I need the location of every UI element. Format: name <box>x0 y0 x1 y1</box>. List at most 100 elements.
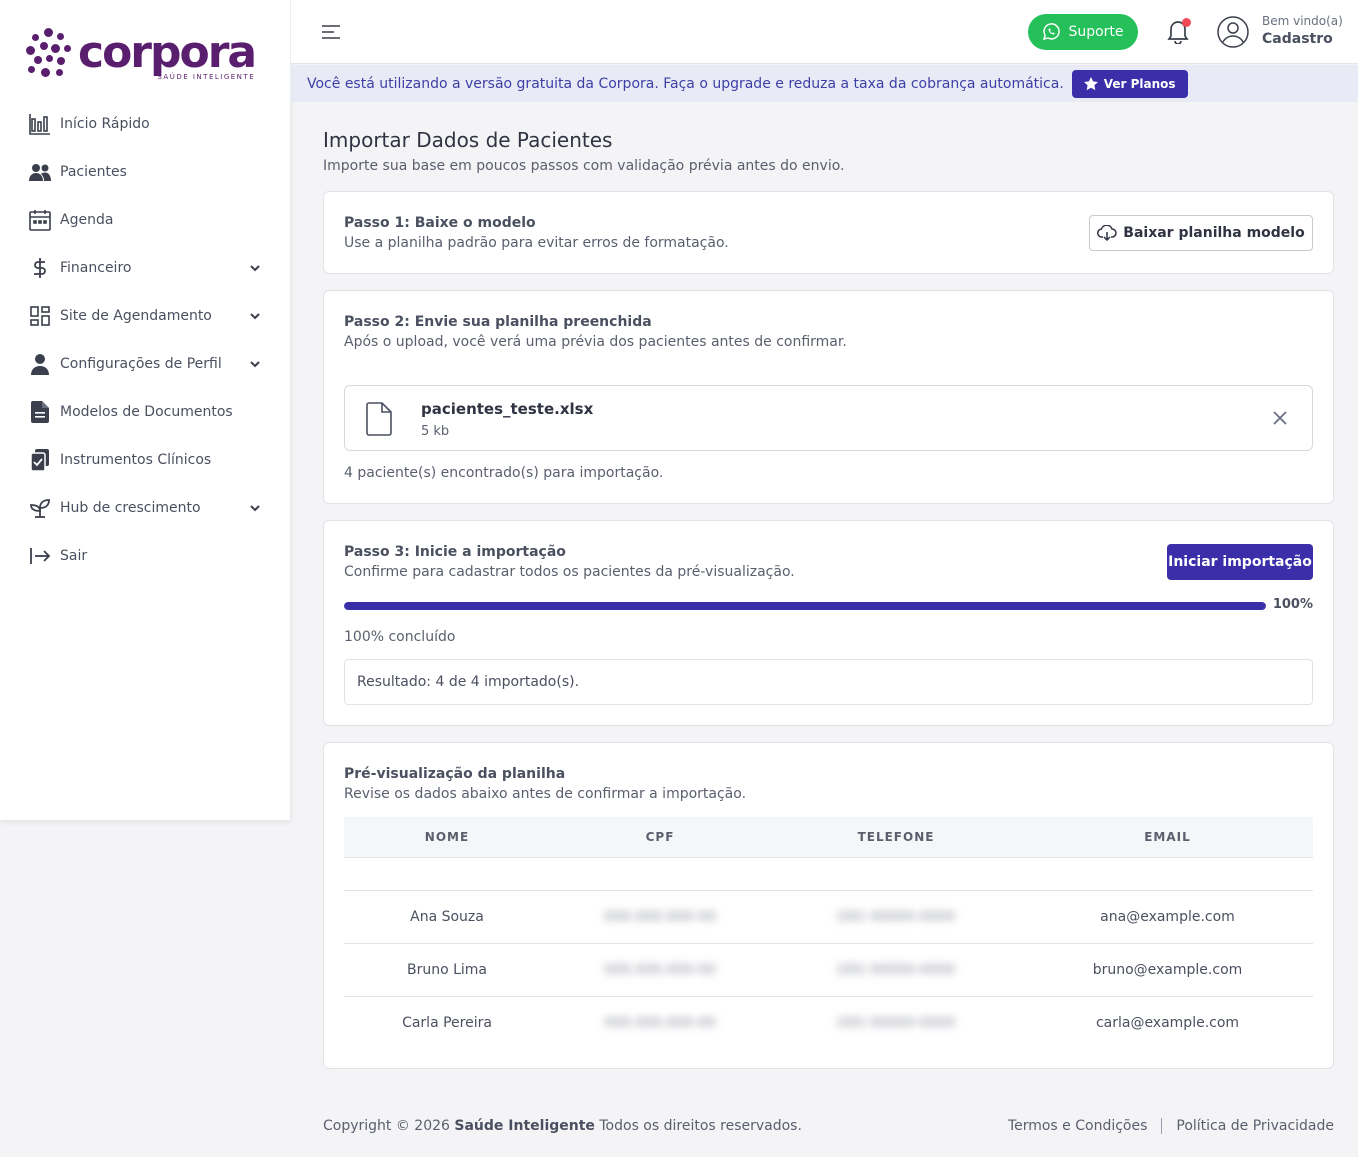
progress-fill <box>344 602 1266 610</box>
user-welcome[interactable]: Bem vindo(a) Cadastro <box>1262 14 1343 47</box>
ver-planos-button[interactable]: Ver Planos <box>1071 69 1188 98</box>
step2-card: Passo 2: Envie sua planilha preenchida A… <box>323 290 1334 504</box>
chevron-down-icon[interactable] <box>248 357 262 371</box>
cell-nome: Carla Pereira <box>402 1014 492 1031</box>
sidebar-item-label: Início Rápido <box>60 116 150 132</box>
patients-found-text: 4 paciente(s) encontrado(s) para importa… <box>344 465 664 481</box>
cell-email: carla@example.com <box>1095 1014 1240 1031</box>
cell-cpf: 000.000.000-00 <box>604 908 716 925</box>
footer: Copyright © 2026 Saúde Inteligente Todos… <box>323 1118 1334 1134</box>
progress-percent: 100% <box>1272 597 1313 612</box>
sidebar-item-label: Site de Agendamento <box>60 308 212 324</box>
sidebar-nav: Início Rápido Pacientes Agenda Financeir… <box>0 100 290 580</box>
notifications-button[interactable] <box>1167 18 1191 46</box>
grid-icon <box>28 304 52 328</box>
cell-cpf: 000.000.000-00 <box>604 961 716 978</box>
column-header-email: EMAIL <box>1022 817 1313 858</box>
calendar-icon <box>28 208 52 232</box>
table-row: Bruno Lima 000.000.000-00 (00) 00000-000… <box>344 943 1313 997</box>
step2-title: Passo 2: Envie sua planilha preenchida <box>344 314 652 330</box>
preview-desc: Revise os dados abaixo antes de confirma… <box>344 786 747 802</box>
topbar: Suporte Bem vindo(a) Cadastro <box>291 0 1358 64</box>
avatar[interactable] <box>1217 16 1249 48</box>
column-header-nome: NOME <box>344 817 550 858</box>
sidebar-item-sair[interactable]: Sair <box>0 532 290 580</box>
bar-chart-icon <box>28 112 52 136</box>
table-row: Ana Souza 000.000.000-00 (00) 00000-0000… <box>344 890 1313 944</box>
step1-desc: Use a planilha padrão para evitar erros … <box>344 235 729 251</box>
cell-telefone: (00) 00000-0000 <box>836 1014 956 1031</box>
preview-table: NOME CPF TELEFONE EMAIL Ana Souza 000.00… <box>344 817 1313 1049</box>
uploaded-file: pacientes_teste.xlsx 5 kb <box>344 385 1313 451</box>
user-icon <box>28 352 52 376</box>
file-icon <box>366 402 392 436</box>
chevron-down-icon[interactable] <box>248 501 262 515</box>
sidebar-item-financeiro[interactable]: Financeiro <box>0 244 290 292</box>
cell-telefone: (00) 00000-0000 <box>836 961 956 978</box>
progress-bar <box>344 602 1266 610</box>
chevron-down-icon[interactable] <box>248 309 262 323</box>
step3-card: Passo 3: Inicie a importação Confirme pa… <box>323 520 1334 726</box>
download-template-label: Baixar planilha modelo <box>1123 225 1305 241</box>
column-header-telefone: TELEFONE <box>770 817 1022 858</box>
terms-link[interactable]: Termos e Condições <box>1008 1118 1147 1134</box>
dollar-icon <box>28 256 52 280</box>
chevron-down-icon[interactable] <box>248 261 262 275</box>
logout-icon <box>28 544 52 568</box>
preview-card: Pré-visualização da planilha Revise os d… <box>323 742 1334 1069</box>
support-label: Suporte <box>1068 24 1124 40</box>
sidebar-item-label: Financeiro <box>60 260 132 276</box>
logo-dots-icon <box>26 28 72 78</box>
page-subtitle: Importe sua base em poucos passos com va… <box>323 158 845 174</box>
column-header-cpf: CPF <box>550 817 770 858</box>
cloud-download-icon <box>1097 225 1118 241</box>
sidebar-item-label: Configurações de Perfil <box>60 356 222 372</box>
sidebar-item-label: Hub de crescimento <box>60 500 201 516</box>
step2-desc: Após o upload, você verá uma prévia dos … <box>344 334 847 350</box>
sidebar: corpora SAÚDE INTELIGENTE Início Rápido … <box>0 0 290 820</box>
whatsapp-icon <box>1043 23 1061 41</box>
sidebar-item-pacientes[interactable]: Pacientes <box>0 148 290 196</box>
close-icon[interactable] <box>1270 408 1290 428</box>
preview-title: Pré-visualização da planilha <box>344 766 566 782</box>
sidebar-item-inicio-rapido[interactable]: Início Rápido <box>0 100 290 148</box>
footer-divider <box>1161 1118 1163 1134</box>
sidebar-item-hub-crescimento[interactable]: Hub de crescimento <box>0 484 290 532</box>
upgrade-banner: Você está utilizando a versão gratuita d… <box>291 65 1358 102</box>
users-icon <box>28 160 52 184</box>
sidebar-item-configuracoes-perfil[interactable]: Configurações de Perfil <box>0 340 290 388</box>
start-import-button[interactable]: Iniciar importação <box>1167 544 1313 580</box>
step1-card: Passo 1: Baixe o modelo Use a planilha p… <box>323 191 1334 274</box>
file-name: pacientes_teste.xlsx <box>421 400 594 418</box>
logo-wordmark: corpora <box>78 27 257 78</box>
ver-planos-label: Ver Planos <box>1103 76 1176 91</box>
page-title: Importar Dados de Pacientes <box>323 128 613 152</box>
sidebar-item-agenda[interactable]: Agenda <box>0 196 290 244</box>
logo-tagline: SAÚDE INTELIGENTE <box>157 73 256 81</box>
menu-toggle-icon[interactable] <box>321 22 341 42</box>
progress-label: 100% concluído <box>344 629 456 645</box>
cell-nome: Ana Souza <box>344 890 550 944</box>
document-icon <box>28 400 52 424</box>
sidebar-item-site-agendamento[interactable]: Site de Agendamento <box>0 292 290 340</box>
sidebar-item-modelos-documentos[interactable]: Modelos de Documentos <box>0 388 290 436</box>
file-size: 5 kb <box>421 424 450 439</box>
sidebar-item-label: Agenda <box>60 212 114 228</box>
cell-cpf: 000.000.000-00 <box>604 1014 716 1031</box>
page-header: Importar Dados de Pacientes Importe sua … <box>323 128 1334 174</box>
step3-title: Passo 3: Inicie a importação <box>344 544 566 560</box>
cell-telefone: (00) 00000-0000 <box>836 908 956 925</box>
welcome-text: Bem vindo(a) <box>1262 14 1343 28</box>
privacy-link[interactable]: Política de Privacidade <box>1176 1118 1334 1134</box>
cell-email: bruno@example.com <box>1022 943 1313 997</box>
corpora-logo[interactable]: corpora SAÚDE INTELIGENTE <box>26 27 257 81</box>
copyright: Copyright © 2026 Saúde Inteligente Todos… <box>323 1118 802 1134</box>
clipboard-check-icon <box>28 448 52 472</box>
sidebar-item-label: Instrumentos Clínicos <box>60 452 212 468</box>
star-icon <box>1083 76 1098 90</box>
notification-badge <box>1182 18 1191 27</box>
sidebar-item-instrumentos-clinicos[interactable]: Instrumentos Clínicos <box>0 436 290 484</box>
download-template-button[interactable]: Baixar planilha modelo <box>1089 215 1313 251</box>
banner-text: Você está utilizando a versão gratuita d… <box>307 75 1064 92</box>
support-button[interactable]: Suporte <box>1028 14 1138 50</box>
